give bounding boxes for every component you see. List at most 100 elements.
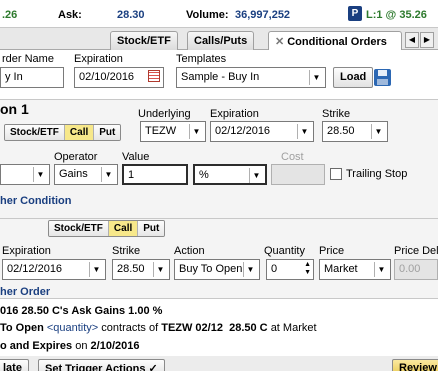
summary-quantity-placeholder: <quantity>	[46, 322, 99, 334]
underlying-select[interactable]: TEZW ▼	[140, 121, 206, 142]
chevron-down-icon: ▼	[297, 124, 311, 139]
change-value: .26	[2, 9, 18, 21]
condition-field-select[interactable]: ▼	[0, 164, 50, 185]
order-expiration-select-value: 02/12/2016	[7, 263, 63, 275]
stock-etf-button[interactable]: Stock/ETF	[5, 125, 65, 140]
order-name-input[interactable]: y In	[0, 67, 64, 88]
call-button[interactable]: Call	[64, 125, 95, 140]
save-icon[interactable]	[374, 69, 391, 86]
summary-on-text: on	[75, 340, 88, 352]
summary-condition-text: 016 28.50 C's Ask Gains 1.00 %	[0, 305, 163, 317]
chevron-down-icon: ▼	[374, 262, 388, 277]
set-trigger-actions-button[interactable]: Set Trigger Actions ✓	[38, 359, 165, 371]
condition-strike-value: 28.50	[327, 125, 355, 137]
stepper-arrows-icon[interactable]: ▲ ▼	[304, 261, 311, 277]
ask-label: Ask:	[58, 9, 82, 21]
load-button[interactable]: Load	[333, 67, 374, 88]
action-select[interactable]: Buy To Open ▼	[174, 259, 260, 280]
order-expiration-label: Expiration	[2, 245, 51, 257]
chevron-down-icon: ▼	[309, 70, 323, 85]
chevron-down-icon: ▼	[249, 168, 263, 183]
condition-expiration-label: Expiration	[210, 108, 259, 120]
action-label: Action	[174, 245, 205, 257]
put-button[interactable]: Put	[94, 125, 121, 140]
summary-strike: 28.50 C	[229, 322, 268, 334]
tab-stock-etf[interactable]: Stock/ETF	[110, 31, 178, 50]
condition-strike-label: Strike	[322, 108, 351, 120]
tab-bar: Stock/ETF Calls/Puts ✕ Conditional Orders…	[0, 28, 438, 51]
summary-symbol: TEZW 02/12	[161, 322, 223, 334]
order-expiration-select[interactable]: 02/12/2016 ▼	[2, 259, 106, 280]
trailing-stop-checkbox[interactable]	[330, 168, 342, 180]
summary-contracts-text: contracts of	[101, 322, 159, 334]
quantity-label: Quantity	[264, 245, 305, 257]
quote-bar: .26 Ask: 28.30 Volume: 36,997,252 P L:1 …	[0, 0, 438, 28]
underlying-label: Underlying	[138, 108, 191, 120]
call-button[interactable]: Call	[108, 221, 139, 236]
tab-scroll-left-icon[interactable]: ◀	[405, 32, 419, 48]
chevron-down-icon: ▼	[89, 262, 103, 277]
condition-section: on 1 Stock/ETF Call Put Underlying TEZW …	[0, 100, 438, 218]
condition-expiration-select[interactable]: 02/12/2016 ▼	[210, 121, 314, 142]
underlying-value: TEZW	[145, 125, 177, 137]
footer-bar: late Set Trigger Actions ✓ Review	[0, 356, 438, 371]
operator-select[interactable]: Gains ▼	[54, 164, 118, 185]
order-strike-select[interactable]: 28.50 ▼	[112, 259, 170, 280]
tab-calls-puts[interactable]: Calls/Puts	[187, 31, 255, 50]
summary-action-line: To Open <quantity> contracts of TEZW 02/…	[0, 322, 317, 334]
last-trade: L:1 @ 35.26	[366, 9, 427, 21]
close-tab-icon[interactable]: ✕	[275, 36, 284, 48]
unit-select[interactable]: % ▼	[193, 164, 267, 185]
volume-value: 36,997,252	[235, 9, 291, 21]
price-delta-label: Price Del	[394, 245, 438, 257]
add-other-order-link[interactable]: her Order	[0, 286, 50, 298]
operator-value: Gains	[59, 168, 88, 180]
condition-strike-select[interactable]: 28.50 ▼	[322, 121, 388, 142]
price-label: Price	[319, 245, 345, 257]
chevron-down-icon: ▼	[243, 262, 257, 277]
value-label: Value	[122, 151, 150, 163]
templates-label: Templates	[176, 53, 227, 65]
review-button[interactable]: Review	[392, 359, 438, 371]
templates-value: Sample - Buy In	[181, 71, 260, 83]
order-strike-label: Strike	[112, 245, 141, 257]
summary-price-type: at Market	[270, 322, 317, 334]
quantity-value: 0	[271, 263, 278, 275]
operator-label: Operator	[54, 151, 98, 163]
chevron-down-icon: ▼	[33, 167, 47, 182]
chevron-down-icon: ▼	[153, 262, 167, 277]
chevron-down-icon: ▼	[189, 124, 203, 139]
summary-expiry-date: 2/10/2016	[90, 340, 140, 352]
tab-scroll-right-icon[interactable]: ▶	[420, 32, 434, 48]
expiration-label: Expiration	[74, 53, 123, 65]
chevron-down-icon: ▼	[101, 167, 115, 182]
unit-value: %	[199, 169, 209, 181]
templates-select[interactable]: Sample - Buy In ▼	[176, 67, 326, 88]
p-badge[interactable]: P	[348, 6, 362, 21]
tab-label: Conditional Orders	[287, 36, 387, 48]
quantity-stepper[interactable]: 0 ▲ ▼	[266, 259, 314, 280]
cost-input	[271, 164, 325, 185]
calendar-icon[interactable]	[148, 70, 160, 82]
order-header-panel: rder Name y In Expiration 02/10/2016 Tem…	[0, 50, 438, 100]
add-other-condition-link[interactable]: her Condition	[0, 195, 72, 207]
cost-label: Cost	[281, 151, 304, 163]
tab-conditional-orders[interactable]: ✕ Conditional Orders	[268, 31, 402, 51]
price-value: Market	[324, 263, 358, 275]
order-security-type: Stock/ETF Call Put	[48, 220, 166, 237]
summary-expires-text: Expires	[32, 340, 73, 352]
price-delta-input: 0.00	[394, 259, 438, 280]
put-button[interactable]: Put	[138, 221, 165, 236]
condition-title: on 1	[0, 101, 29, 117]
stock-etf-button[interactable]: Stock/ETF	[49, 221, 109, 236]
order-section: Stock/ETF Call Put Expiration 02/12/2016…	[0, 218, 438, 298]
price-select[interactable]: Market ▼	[319, 259, 391, 280]
order-summary: 016 28.50 C's Ask Gains 1.00 % To Open <…	[0, 298, 438, 358]
summary-action: To Open	[0, 322, 44, 334]
chevron-down-icon: ▼	[371, 124, 385, 139]
order-strike-value: 28.50	[117, 263, 145, 275]
template-button[interactable]: late	[0, 359, 29, 371]
condition-security-type: Stock/ETF Call Put	[4, 124, 122, 141]
condition-expiration-value: 02/12/2016	[215, 125, 271, 137]
value-input[interactable]: 1	[122, 164, 188, 185]
